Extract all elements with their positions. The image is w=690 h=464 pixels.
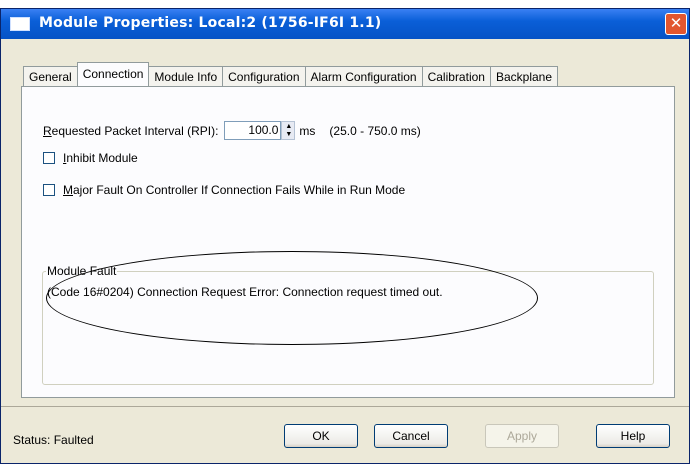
tab-connection[interactable]: Connection — [76, 62, 150, 86]
footer-separator — [1, 406, 689, 407]
rpi-spinner[interactable]: ▲ ▼ — [281, 121, 296, 140]
tab-module-info[interactable]: Module Info — [148, 66, 224, 86]
rpi-input[interactable]: 100.0 — [224, 121, 282, 140]
spin-up-icon[interactable]: ▲ — [285, 123, 292, 131]
close-button[interactable]: ✕ — [665, 13, 687, 35]
apply-button[interactable]: Apply — [485, 424, 559, 448]
rpi-range: (25.0 - 750.0 ms) — [329, 123, 421, 138]
major-fault-label: Major Fault On Controller If Connection … — [63, 183, 406, 197]
inhibit-module-checkbox[interactable] — [43, 152, 55, 164]
close-icon: ✕ — [669, 14, 683, 32]
major-fault-checkbox[interactable] — [43, 184, 55, 196]
major-fault-row[interactable]: Major Fault On Controller If Connection … — [43, 183, 405, 197]
inhibit-module-label: Inhibit Module — [63, 151, 138, 165]
connection-tab-panel: Requested Packet Interval (RPI): 100.0 ▲… — [21, 86, 675, 398]
ok-button[interactable]: OK — [284, 424, 358, 448]
rpi-unit: ms — [299, 123, 316, 138]
status-text: Status: Faulted — [13, 433, 94, 447]
tab-strip: General Connection Module Info Configura… — [23, 62, 559, 86]
module-fault-legend: Module Fault — [46, 264, 118, 278]
module-fault-group: Module Fault (Code 16#0204) Connection R… — [42, 264, 654, 385]
spin-down-icon[interactable]: ▼ — [285, 131, 292, 139]
rpi-row: Requested Packet Interval (RPI): 100.0 ▲… — [43, 121, 421, 140]
tab-configuration[interactable]: Configuration — [222, 66, 306, 86]
help-button[interactable]: Help — [596, 424, 670, 448]
module-properties-window: Module Properties: Local:2 (1756-IF6I 1.… — [0, 8, 690, 464]
tab-backplane[interactable]: Backplane — [489, 66, 559, 86]
title-bar[interactable]: Module Properties: Local:2 (1756-IF6I 1.… — [1, 9, 689, 39]
cancel-button[interactable]: Cancel — [374, 424, 448, 448]
window-title: Module Properties: Local:2 (1756-IF6I 1.… — [39, 15, 382, 31]
tab-general[interactable]: General — [23, 66, 78, 86]
window-icon — [10, 17, 30, 31]
inhibit-module-row[interactable]: Inhibit Module — [43, 151, 138, 165]
status-value: Faulted — [53, 433, 94, 447]
rpi-label: Requested Packet Interval (RPI): — [43, 123, 219, 138]
tab-alarm-configuration[interactable]: Alarm Configuration — [304, 66, 423, 86]
tab-calibration[interactable]: Calibration — [421, 66, 491, 86]
module-fault-text: (Code 16#0204) Connection Request Error:… — [47, 285, 443, 299]
